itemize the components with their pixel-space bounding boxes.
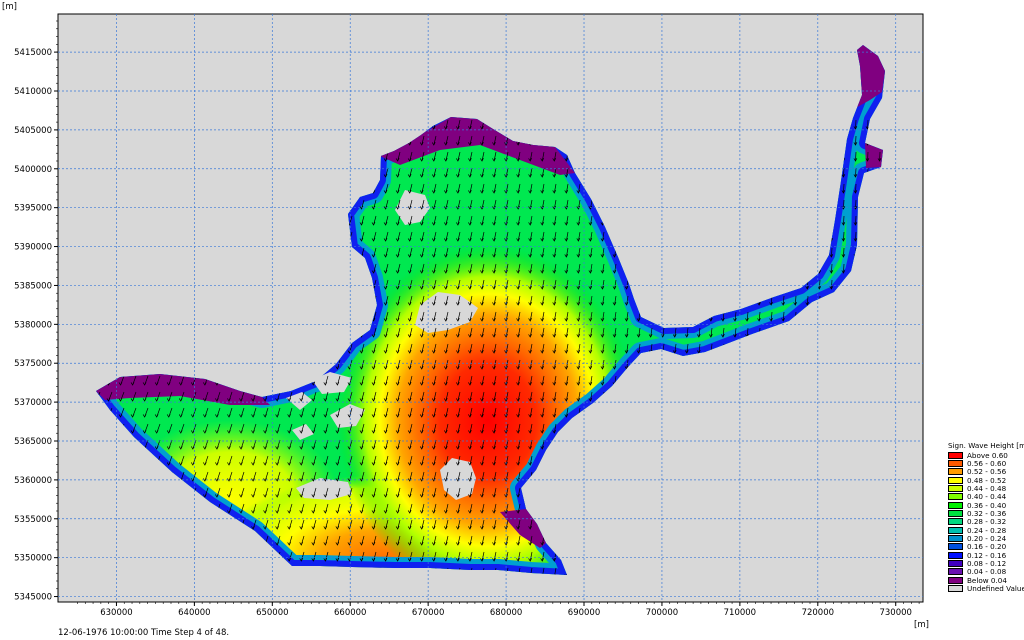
y-tick-label: 5405000 (14, 126, 52, 136)
x-tick-label: 640000 (178, 608, 210, 618)
y-tick-label: 5375000 (14, 359, 52, 369)
y-tick-label: 5360000 (14, 476, 52, 486)
x-tick-label: 720000 (802, 608, 834, 618)
x-tick-label: 680000 (490, 608, 522, 618)
legend: Sign. Wave Height [m] Above 0.60 0.56 - 0… (948, 441, 1024, 593)
legend-swatch (948, 518, 963, 526)
y-tick-label: 5390000 (14, 243, 52, 253)
x-tick-label: 650000 (256, 608, 288, 618)
legend-swatch (948, 460, 963, 468)
y-tick-label: 5395000 (14, 204, 52, 214)
y-tick-label: 5410000 (14, 87, 52, 97)
legend-swatch (948, 526, 963, 534)
x-tick-label: 670000 (412, 608, 444, 618)
legend-title: Sign. Wave Height [m] (948, 441, 1024, 450)
y-tick-label: 5385000 (14, 281, 52, 291)
legend-swatch (948, 493, 963, 501)
y-tick-label: 5355000 (14, 515, 52, 525)
y-unit-label: [m] (2, 2, 17, 12)
legend-entry: Undefined Value (948, 584, 1024, 594)
status-text: 12-06-1976 10:00:00 Time Step 4 of 48. (58, 628, 230, 638)
y-tick-label: 5365000 (14, 437, 52, 447)
y-tick-label: 5370000 (14, 398, 52, 408)
x-tick-label: 630000 (100, 608, 132, 618)
legend-swatch (948, 576, 963, 584)
map-plot: 630000 640000 650000 660000 670000 680000 6900… (2, 2, 929, 630)
legend-swatch (948, 568, 963, 576)
legend-label: Undefined Value (967, 584, 1024, 594)
legend-swatch (948, 501, 963, 509)
x-tick-label: 690000 (568, 608, 600, 618)
legend-swatch (948, 485, 963, 493)
x-unit-label: [m] (914, 620, 929, 630)
x-tick-label: 660000 (334, 608, 366, 618)
legend-swatch (948, 510, 963, 518)
legend-swatch (948, 468, 963, 476)
x-tick-label: 710000 (724, 608, 756, 618)
legend-swatch (948, 451, 963, 459)
legend-swatch (948, 585, 963, 593)
legend-swatch (948, 560, 963, 568)
legend-swatch (948, 476, 963, 484)
x-tick-label: 730000 (879, 608, 911, 618)
y-tick-label: 5380000 (14, 320, 52, 330)
y-tick-label: 5400000 (14, 165, 52, 175)
legend-swatch (948, 543, 963, 551)
legend-swatch (948, 551, 963, 559)
y-tick-label: 5350000 (14, 554, 52, 564)
x-tick-label: 700000 (646, 608, 678, 618)
y-tick-label: 5415000 (14, 48, 52, 58)
y-tick-label: 5345000 (14, 593, 52, 603)
legend-swatch (948, 535, 963, 543)
